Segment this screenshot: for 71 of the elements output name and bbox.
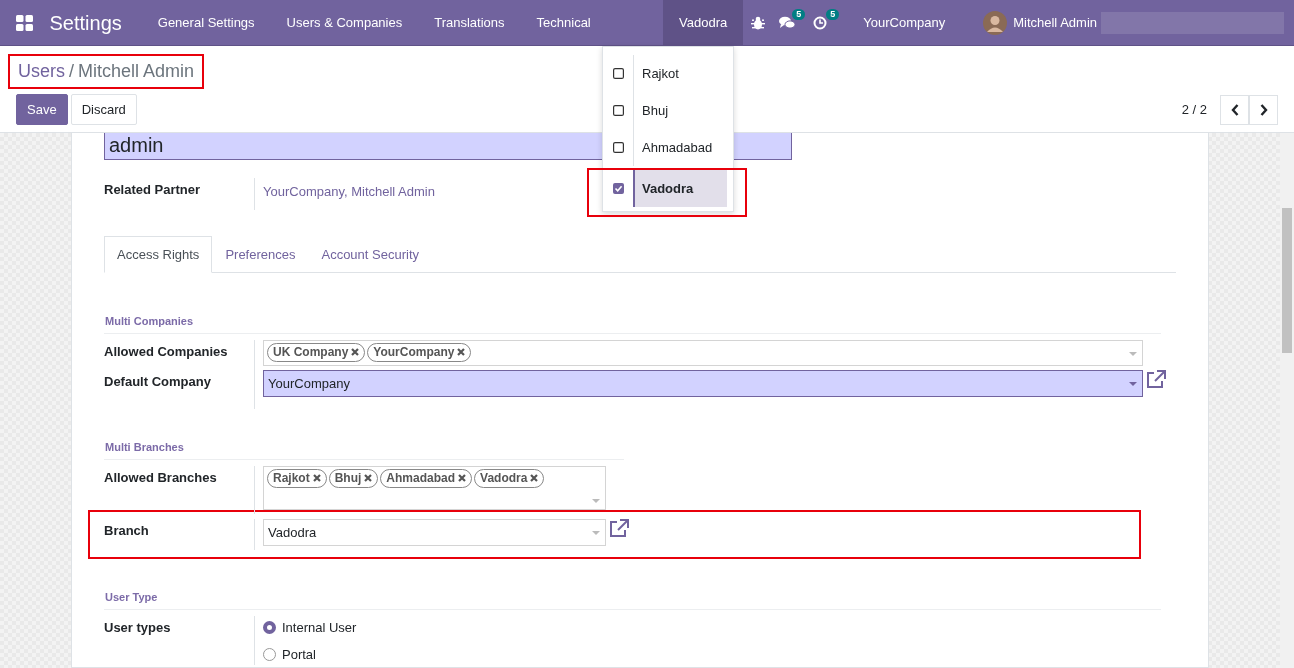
field-label: Related Partner xyxy=(104,181,202,199)
menu-item[interactable]: General Settings xyxy=(141,0,271,45)
scrollbar-thumb[interactable] xyxy=(1282,208,1292,353)
breadcrumb-link[interactable]: Users xyxy=(18,58,65,85)
section-title: Multi Companies xyxy=(104,313,1161,334)
tag-label: Vadodra xyxy=(480,469,528,487)
field-label: Default Company xyxy=(104,372,212,391)
tags-field[interactable]: UK Company YourCompany xyxy=(263,339,1143,366)
radio-button[interactable] xyxy=(263,620,276,634)
remove-icon[interactable] xyxy=(351,348,360,356)
dropdown-item[interactable]: Bhuj xyxy=(633,92,733,129)
select-field[interactable]: YourCompany xyxy=(263,369,1143,397)
checkbox[interactable] xyxy=(612,183,624,194)
remove-icon[interactable] xyxy=(458,474,467,482)
field-label: User types xyxy=(104,618,172,637)
external-link-icon[interactable] xyxy=(1146,369,1166,388)
user-name[interactable]: Mitchell Admin xyxy=(1013,12,1097,33)
dropdown-item[interactable]: Ahmadabad xyxy=(633,129,733,166)
dropdown-item[interactable]: Vadodra xyxy=(633,170,727,207)
discard-button[interactable]: Discard xyxy=(70,94,137,125)
menu-item[interactable]: Users & Companies xyxy=(270,0,419,45)
tag-label: Bhuj xyxy=(334,469,362,487)
field-label: Allowed Branches xyxy=(104,468,218,487)
tags-field[interactable]: Rajkot Bhuj Ahmadabad Vadodra xyxy=(263,465,606,510)
app-title[interactable]: Settings xyxy=(39,7,142,38)
tag-label: YourCompany xyxy=(373,343,455,361)
menu-item[interactable]: Translations xyxy=(418,0,521,45)
chat-icon[interactable] xyxy=(779,15,796,30)
remove-icon[interactable] xyxy=(530,474,539,482)
caret-icon xyxy=(592,530,600,535)
menu-item[interactable]: Technical xyxy=(520,0,607,45)
remove-icon[interactable] xyxy=(364,474,373,482)
save-button[interactable]: Save xyxy=(16,94,68,125)
radio-label: Internal User xyxy=(282,618,357,637)
avatar-icon[interactable] xyxy=(983,10,1008,35)
tab[interactable]: Access Rights xyxy=(104,235,213,273)
breadcrumb-current: Mitchell Admin xyxy=(78,60,195,83)
select-field[interactable]: Vadodra xyxy=(263,518,606,546)
company-switcher[interactable]: YourCompany xyxy=(841,0,984,45)
radio-label: Portal xyxy=(282,646,316,664)
chevron-right-icon xyxy=(1259,103,1268,116)
caret-icon xyxy=(1129,381,1137,386)
pager-counter: 2 / 2 xyxy=(1181,100,1207,119)
bug-icon[interactable] xyxy=(751,15,766,30)
section-title: User Type xyxy=(104,589,1161,610)
chevron-left-icon xyxy=(1230,103,1239,116)
checkbox[interactable] xyxy=(612,105,624,116)
remove-icon[interactable] xyxy=(457,348,466,356)
tag-label: UK Company xyxy=(273,343,349,361)
checkbox[interactable] xyxy=(612,68,624,79)
tag-label: Rajkot xyxy=(273,469,310,487)
breadcrumb-separator: / xyxy=(69,60,75,83)
next-button[interactable] xyxy=(1249,94,1278,125)
caret-icon xyxy=(1129,351,1137,356)
remove-icon[interactable] xyxy=(312,474,321,482)
partner-link[interactable]: YourCompany, Mitchell Admin xyxy=(263,184,435,199)
field-label: Branch xyxy=(104,521,150,540)
tab[interactable]: Preferences xyxy=(212,235,309,273)
field-label: Allowed Companies xyxy=(104,342,229,361)
caret-icon xyxy=(592,498,600,503)
apps-menu-icon[interactable] xyxy=(16,14,33,31)
checkbox[interactable] xyxy=(612,142,624,153)
tab[interactable]: Account Security xyxy=(308,235,432,273)
branch-switcher[interactable]: Vadodra xyxy=(663,0,744,45)
tag-label: Ahmadabad xyxy=(386,469,456,487)
counter-badge: 5 xyxy=(792,8,806,21)
external-link-icon[interactable] xyxy=(609,518,629,537)
counter-badge: 5 xyxy=(826,8,840,21)
section-title: Multi Branches xyxy=(104,439,624,460)
dropdown-item[interactable]: Rajkot xyxy=(633,55,733,92)
previous-button[interactable] xyxy=(1220,94,1249,125)
